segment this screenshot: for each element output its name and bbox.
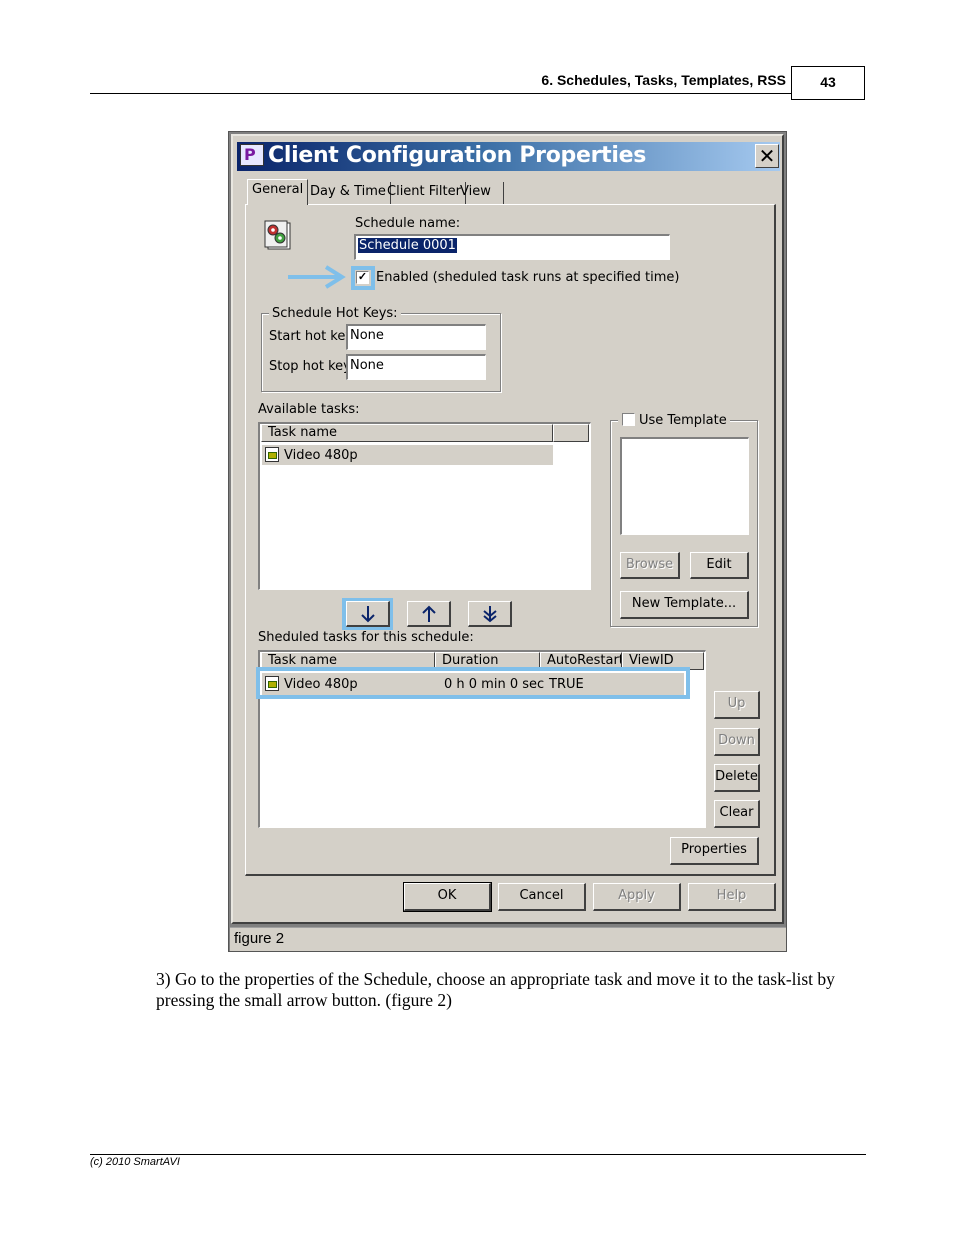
pointer-arrow-icon bbox=[284, 264, 348, 290]
start-hotkey-input[interactable]: None bbox=[346, 324, 486, 350]
schedule-gears-icon bbox=[262, 219, 294, 251]
properties-button[interactable]: Properties bbox=[670, 837, 759, 865]
header-rule bbox=[90, 93, 792, 94]
move-down-button[interactable] bbox=[346, 601, 390, 627]
task-icon bbox=[265, 676, 279, 691]
use-template-checkbox[interactable] bbox=[622, 413, 635, 426]
tab-client-filter[interactable]: Client Filter bbox=[383, 182, 466, 204]
tab-general[interactable]: General bbox=[247, 179, 309, 205]
delete-button[interactable]: Delete bbox=[714, 764, 760, 792]
scheduled-task-name: Video 480p bbox=[284, 677, 358, 692]
available-col-task-name[interactable]: Task name bbox=[261, 424, 553, 442]
hotkeys-group-label: Schedule Hot Keys: bbox=[269, 306, 401, 321]
schedule-name-input[interactable]: Schedule 0001 bbox=[354, 234, 670, 260]
stop-hotkey-input[interactable]: None bbox=[346, 354, 486, 380]
scheduled-task-autorestart: TRUE bbox=[549, 677, 584, 692]
available-task-name: Video 480p bbox=[284, 448, 358, 463]
up-button[interactable]: Up bbox=[714, 691, 760, 719]
available-col-filler bbox=[553, 424, 589, 442]
scheduled-task-duration: 0 h 0 min 0 sec bbox=[444, 677, 545, 692]
close-icon: ✕ bbox=[758, 144, 776, 168]
down-button[interactable]: Down bbox=[714, 728, 760, 756]
available-tasks-label: Available tasks: bbox=[258, 402, 360, 417]
schedule-name-value: Schedule 0001 bbox=[358, 238, 457, 253]
task-icon bbox=[265, 447, 279, 462]
clear-button[interactable]: Clear bbox=[714, 800, 760, 828]
cancel-button[interactable]: Cancel bbox=[498, 883, 586, 911]
footer-copyright: (c) 2010 SmartAVI bbox=[90, 1156, 180, 1168]
page-number: 43 bbox=[791, 66, 865, 100]
move-all-down-button[interactable] bbox=[468, 601, 512, 627]
use-template-label: Use Template bbox=[639, 413, 727, 428]
double-arrow-down-icon bbox=[482, 606, 497, 623]
figure-caption: figure 2 bbox=[230, 927, 786, 951]
arrow-down-icon bbox=[360, 606, 375, 623]
close-button[interactable]: ✕ bbox=[755, 144, 779, 168]
arrow-up-icon bbox=[421, 605, 436, 622]
use-template-header: Use Template bbox=[618, 413, 730, 428]
tab-day-time[interactable]: Day & Time bbox=[306, 182, 391, 204]
enabled-checkbox[interactable]: ✓ bbox=[356, 271, 369, 284]
browse-button[interactable]: Browse bbox=[620, 552, 680, 579]
tab-view[interactable]: View bbox=[456, 182, 504, 204]
template-preview bbox=[620, 437, 749, 535]
enabled-checkbox-label: Enabled (sheduled task runs at specified… bbox=[376, 270, 680, 285]
schedule-name-label: Schedule name: bbox=[355, 216, 461, 231]
app-icon: P bbox=[240, 144, 264, 166]
new-template-button[interactable]: New Template... bbox=[620, 591, 749, 619]
section-title: 6. Schedules, Tasks, Templates, RSS bbox=[541, 72, 786, 88]
apply-button[interactable]: Apply bbox=[593, 883, 681, 911]
ok-button[interactable]: OK bbox=[403, 882, 492, 912]
scheduled-tasks-label: Sheduled tasks for this schedule: bbox=[258, 630, 474, 645]
help-button[interactable]: Help bbox=[688, 883, 776, 911]
stop-hotkey-label: Stop hot key: bbox=[269, 359, 355, 374]
footer-rule bbox=[90, 1154, 866, 1155]
start-hotkey-label: Start hot key: bbox=[269, 329, 357, 344]
move-up-button[interactable] bbox=[407, 601, 451, 627]
edit-button[interactable]: Edit bbox=[690, 552, 749, 579]
body-paragraph: 3) Go to the properties of the Schedule,… bbox=[156, 969, 835, 1010]
dialog-title: Client Configuration Properties bbox=[268, 143, 646, 168]
